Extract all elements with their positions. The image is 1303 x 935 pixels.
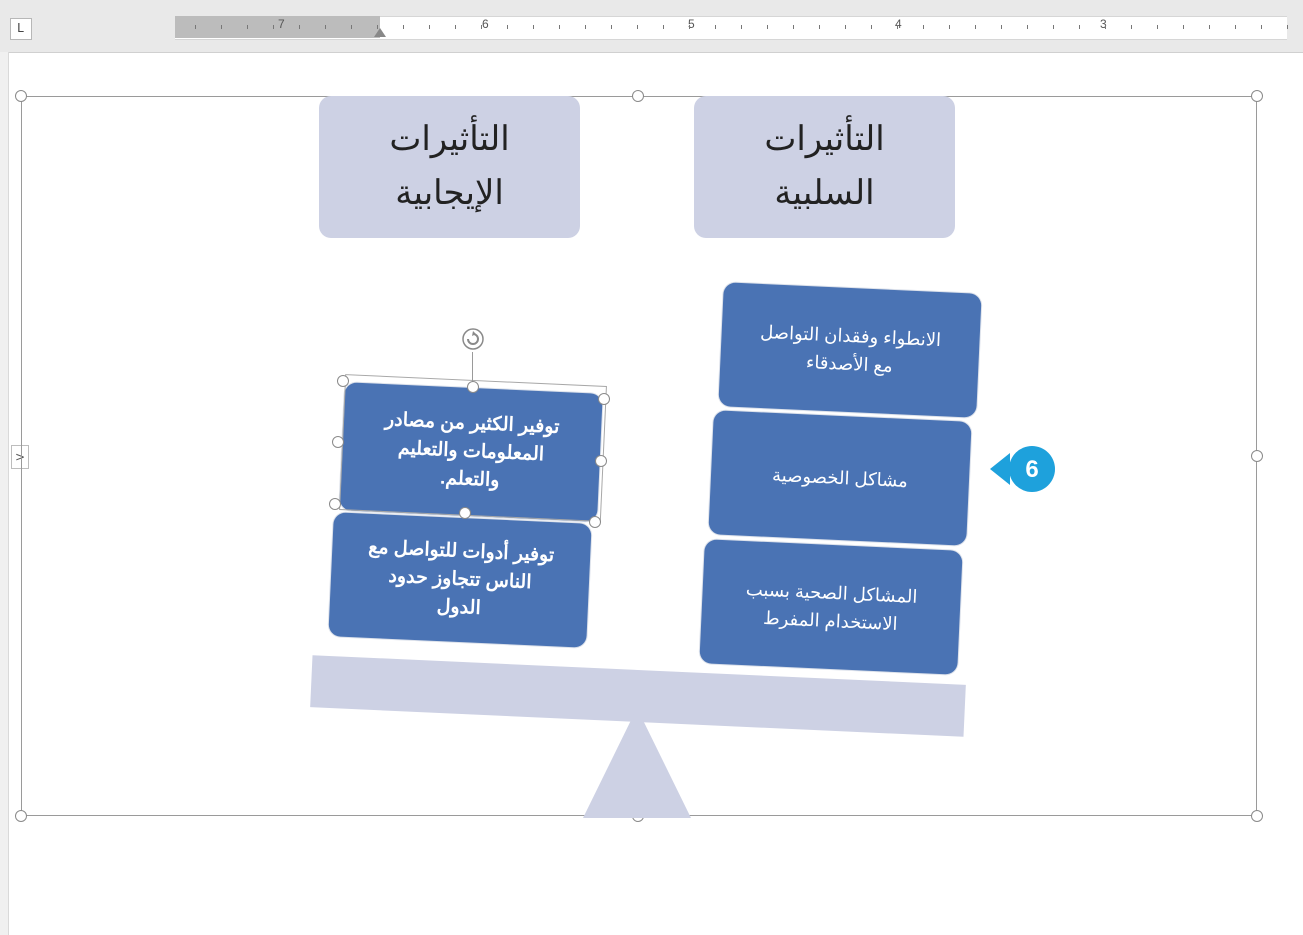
callout-number: 6 — [1025, 456, 1038, 483]
ruler-tick — [1001, 25, 1002, 29]
ruler-tick — [689, 25, 690, 29]
ruler-tick — [871, 25, 872, 29]
shape-selection-frame — [339, 374, 607, 522]
ruler-tick — [455, 25, 456, 29]
ruler-tick — [377, 25, 378, 29]
header-negative-effects[interactable]: التأثيرات السلبية — [694, 96, 955, 238]
resize-handle-top-left[interactable] — [15, 90, 27, 102]
ruler-tick — [481, 25, 482, 29]
ruler-tick — [715, 25, 716, 29]
ruler-tick — [637, 25, 638, 29]
ruler-tick — [767, 25, 768, 29]
shape-handle-right[interactable] — [595, 455, 607, 467]
ruler-tick — [897, 25, 898, 29]
ruler-tick — [923, 25, 924, 29]
header-positive-line1: التأثيرات — [389, 120, 510, 158]
negative-item-2[interactable]: مشاكل الخصوصية — [708, 410, 972, 546]
shape-handle-top-left[interactable] — [337, 375, 349, 387]
ruler-tick — [1027, 25, 1028, 29]
header-positive-line2: الإيجابية — [395, 174, 504, 212]
resize-handle-top[interactable] — [632, 90, 644, 102]
negative-item-1-text: الانطواء وفقدان التواصل مع الأصدقاء — [748, 317, 951, 382]
page-edge — [8, 52, 9, 935]
ruler-tick — [585, 25, 586, 29]
ruler-tick — [949, 25, 950, 29]
ruler-tick — [559, 25, 560, 29]
positive-item-2[interactable]: توفير أدوات للتواصل مع الناس تتجاوز حدود… — [328, 512, 592, 648]
shape-handle-top-right[interactable] — [598, 393, 610, 405]
rotate-handle-stem — [472, 352, 473, 384]
shape-handle-left[interactable] — [332, 436, 344, 448]
ruler-tick — [741, 25, 742, 29]
positive-item-2-text: توفير أدوات للتواصل مع الناس تتجاوز حدود… — [355, 533, 565, 626]
resize-handle-right[interactable] — [1251, 450, 1263, 462]
ruler-tick — [663, 25, 664, 29]
ruler-tick — [845, 25, 846, 29]
ruler-tick — [429, 25, 430, 29]
header-positive-effects[interactable]: التأثيرات الإيجابية — [319, 96, 580, 238]
ruler-tick — [1261, 25, 1262, 29]
rotate-icon[interactable] — [460, 326, 486, 352]
ruler-tick — [819, 25, 820, 29]
negative-item-2-line1: مشاكل الخصوصية — [771, 464, 909, 492]
ruler-tick — [247, 25, 248, 29]
resize-handle-top-right[interactable] — [1251, 90, 1263, 102]
ruler-tick — [533, 25, 534, 29]
shape-handle-bottom-right[interactable] — [589, 516, 601, 528]
ruler-tick — [221, 25, 222, 29]
ruler-tick — [299, 25, 300, 29]
header-negative-line2: السلبية — [774, 174, 875, 212]
ruler-tick — [1209, 25, 1210, 29]
left-margin-area — [0, 52, 8, 935]
resize-handle-bottom-left[interactable] — [15, 810, 27, 822]
ruler-tick — [1131, 25, 1132, 29]
callout-badge: 6 — [990, 446, 1055, 492]
ruler-tick — [1053, 25, 1054, 29]
tab-selector-label: L — [17, 21, 25, 35]
ruler-tick — [1183, 25, 1184, 29]
shape-handle-bottom-left[interactable] — [329, 498, 341, 510]
ruler-number-7: 7 — [278, 17, 285, 31]
negative-item-3[interactable]: المشاكل الصحية بسبب الاستخدام المفرط — [699, 539, 963, 675]
tab-selector-button[interactable]: L — [10, 18, 32, 40]
header-negative-line1: التأثيرات — [764, 120, 885, 158]
negative-item-3-text: المشاكل الصحية بسبب الاستخدام المفرط — [734, 575, 928, 640]
ruler-tick — [975, 25, 976, 29]
ruler-number-4: 4 — [895, 17, 902, 31]
callout-pointer — [990, 453, 1010, 485]
ruler-tick — [1105, 25, 1106, 29]
header-negative-text: التأثيرات السلبية — [694, 112, 955, 220]
resize-handle-bottom-right[interactable] — [1251, 810, 1263, 822]
ruler-tick — [1079, 25, 1080, 29]
shape-handle-bottom[interactable] — [459, 507, 471, 519]
negative-item-2-text: مشاكل الخصوصية — [762, 460, 919, 495]
ruler-tick — [325, 25, 326, 29]
ruler-tick — [793, 25, 794, 29]
ruler-tick — [403, 25, 404, 29]
ruler-tick — [1235, 25, 1236, 29]
indent-marker[interactable] — [374, 28, 386, 37]
ruler-tick — [507, 25, 508, 29]
ruler-number-6: 6 — [482, 17, 489, 31]
balance-fulcrum — [583, 708, 691, 818]
ruler-tick — [273, 25, 274, 29]
ruler-tick — [1287, 25, 1288, 29]
ruler-tick — [195, 25, 196, 29]
ruler-tick — [611, 25, 612, 29]
negative-item-1[interactable]: الانطواء وفقدان التواصل مع الأصدقاء — [718, 282, 982, 418]
header-positive-text: التأثيرات الإيجابية — [319, 112, 580, 220]
shape-handle-top[interactable] — [467, 381, 479, 393]
ruler-tick — [351, 25, 352, 29]
ruler-tick — [1157, 25, 1158, 29]
